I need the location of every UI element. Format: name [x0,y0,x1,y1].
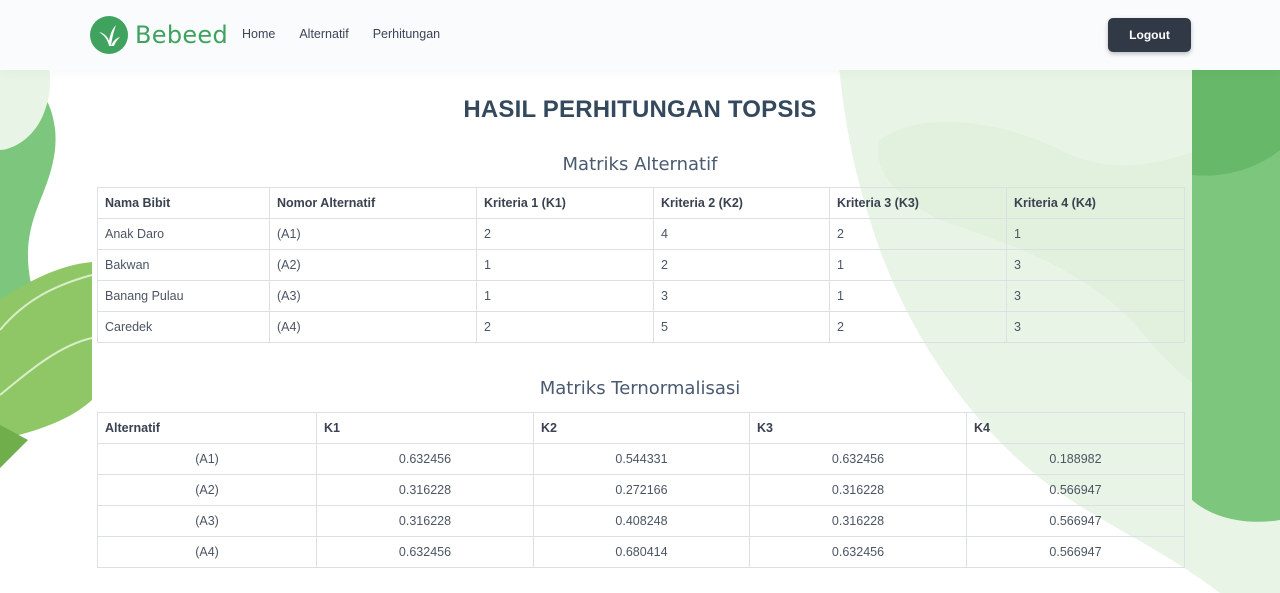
table-cell: 4 [653,218,830,250]
table-cell: (A3) [269,280,477,312]
nav-link-alternatif[interactable]: Alternatif [299,27,348,41]
table-cell: 0.632456 [316,443,534,475]
alternatives-matrix-title: Matriks Alternatif [562,154,718,175]
table-row: (A2) 0.316228 0.272166 0.316228 0.566947 [97,474,1185,506]
table-cell: (A3) [97,505,317,537]
table-cell: 0.316228 [316,474,534,506]
table-cell: (A1) [269,218,477,250]
nav-link-home[interactable]: Home [242,27,275,41]
table-cell: 1 [476,249,654,281]
table-row: Anak Daro (A1) 2 4 2 1 [97,218,1185,250]
column-header: Nama Bibit [97,187,270,219]
nav-link-perhitungan[interactable]: Perhitungan [373,27,440,41]
table-cell: 0.632456 [316,536,534,568]
table-cell: 0.632456 [749,536,967,568]
table-cell: (A2) [97,474,317,506]
table-cell: 0.566947 [966,536,1185,568]
table-cell: 2 [829,311,1007,343]
column-header: K3 [749,412,967,444]
table-cell: 0.316228 [316,505,534,537]
column-header: Kriteria 4 (K4) [1006,187,1185,219]
table-row: Banang Pulau (A3) 1 3 1 3 [97,280,1185,312]
table-cell: 2 [476,311,654,343]
brand[interactable]: Bebeed [90,16,228,54]
brand-name: Bebeed [135,21,229,49]
table-cell: 3 [1006,311,1185,343]
column-header: Nomor Alternatif [269,187,477,219]
normalized-matrix-title: Matriks Ternormalisasi [539,378,741,399]
table-cell: 2 [476,218,654,250]
column-header: Kriteria 1 (K1) [476,187,654,219]
sprout-logo-icon [90,16,128,54]
table-cell: 5 [653,311,830,343]
table-header-row: Alternatif K1 K2 K3 K4 [97,412,1185,444]
table-cell: (A4) [97,536,317,568]
table-cell: (A1) [97,443,317,475]
table-cell: 0.680414 [533,536,750,568]
alternatives-matrix-table: Nama Bibit Nomor Alternatif Kriteria 1 (… [97,187,1185,343]
table-row: Bakwan (A2) 1 2 1 3 [97,249,1185,281]
table-cell: Bakwan [97,249,270,281]
table-cell: 1 [476,280,654,312]
table-cell: 1 [829,280,1007,312]
main-menu: Home Alternatif Perhitungan [242,27,464,41]
table-row: Caredek (A4) 2 5 2 3 [97,311,1185,343]
column-header: Alternatif [97,412,317,444]
table-cell: 0.632456 [749,443,967,475]
normalized-matrix-table: Alternatif K1 K2 K3 K4 (A1) 0.632456 0.5… [97,412,1185,568]
table-cell: (A2) [269,249,477,281]
table-cell: 0.544331 [533,443,750,475]
table-cell: Banang Pulau [97,280,270,312]
table-cell: 2 [653,249,830,281]
table-cell: 1 [1006,218,1185,250]
table-cell: 3 [653,280,830,312]
page-title: HASIL PERHITUNGAN TOPSIS [463,96,817,123]
table-cell: Anak Daro [97,218,270,250]
table-cell: 0.316228 [749,474,967,506]
table-row: (A4) 0.632456 0.680414 0.632456 0.566947 [97,536,1185,568]
table-row: (A3) 0.316228 0.408248 0.316228 0.566947 [97,505,1185,537]
column-header: Kriteria 3 (K3) [829,187,1007,219]
column-header: K2 [533,412,750,444]
table-cell: (A4) [269,311,477,343]
table-row: (A1) 0.632456 0.544331 0.632456 0.188982 [97,443,1185,475]
table-cell: 1 [829,249,1007,281]
column-header: K4 [966,412,1185,444]
table-cell: 0.566947 [966,474,1185,506]
table-cell: 2 [829,218,1007,250]
main-content: HASIL PERHITUNGAN TOPSIS Matriks Alterna… [0,70,1280,593]
top-navbar: Bebeed Home Alternatif Perhitungan Logou… [0,0,1280,70]
table-cell: 0.316228 [749,505,967,537]
table-cell: 3 [1006,280,1185,312]
table-cell: 3 [1006,249,1185,281]
table-cell: 0.408248 [533,505,750,537]
table-cell: 0.188982 [966,443,1185,475]
column-header: Kriteria 2 (K2) [653,187,830,219]
table-cell: Caredek [97,311,270,343]
logout-button[interactable]: Logout [1108,18,1191,52]
table-cell: 0.566947 [966,505,1185,537]
column-header: K1 [316,412,534,444]
table-cell: 0.272166 [533,474,750,506]
table-header-row: Nama Bibit Nomor Alternatif Kriteria 1 (… [97,187,1185,219]
